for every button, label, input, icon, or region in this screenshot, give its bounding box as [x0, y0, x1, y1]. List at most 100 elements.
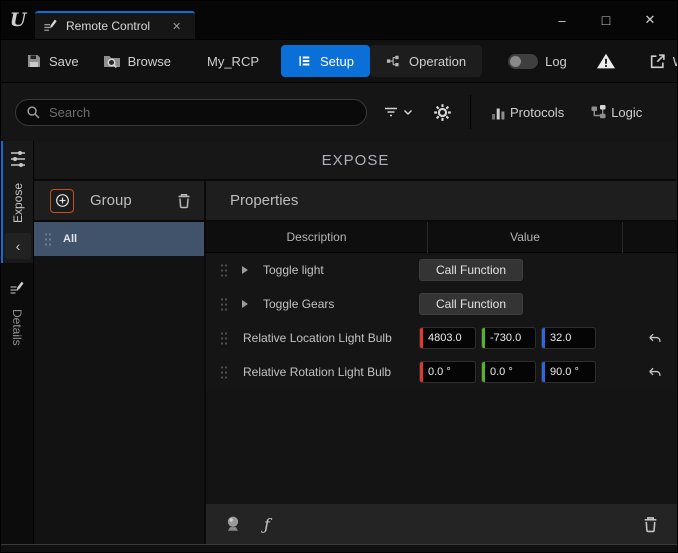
group-item-all[interactable]: All	[34, 222, 204, 256]
group-panel-header: Group	[34, 181, 204, 222]
log-toggle[interactable]: Log	[508, 54, 567, 69]
setup-tab-button[interactable]: Setup	[281, 45, 370, 77]
call-function-button[interactable]: Call Function	[419, 259, 523, 281]
expose-actor-button[interactable]	[224, 515, 242, 533]
property-row-relative-rotation[interactable]: Relative Rotation Light Bulb	[206, 355, 677, 389]
protocols-bars-icon	[491, 105, 506, 120]
side-rail: Expose ‹ Details	[1, 141, 33, 544]
y-value-field[interactable]	[481, 327, 536, 349]
browse-button[interactable]: Browse	[103, 53, 171, 69]
property-label: Relative Rotation Light Bulb	[243, 365, 409, 379]
save-icon	[26, 53, 42, 69]
property-label: Toggle Gears	[263, 297, 409, 311]
tab-close-icon[interactable]: ✕	[172, 20, 181, 33]
web-button[interactable]: Web	[649, 53, 678, 70]
z-value-field[interactable]	[541, 327, 596, 349]
chevron-down-icon	[403, 109, 413, 116]
sliders-icon	[9, 149, 27, 169]
close-icon[interactable]: ✕	[635, 7, 665, 33]
properties-title: Properties	[230, 192, 298, 209]
x-value-field[interactable]	[419, 327, 476, 349]
logic-nodes-icon	[590, 104, 607, 120]
column-description: Description	[206, 230, 427, 244]
search-row: Protocols Logic	[1, 83, 677, 141]
orb-camera-icon	[224, 515, 242, 533]
search-icon	[26, 105, 41, 120]
protocols-button[interactable]: Protocols	[491, 105, 564, 120]
undo-arrow-icon	[646, 332, 662, 345]
properties-panel: Properties Description Value Toggle	[206, 181, 677, 544]
details-pencil-icon	[9, 281, 25, 297]
add-group-button[interactable]	[50, 189, 74, 213]
details-tab-label[interactable]: Details	[10, 309, 24, 346]
filter-button[interactable]	[383, 105, 413, 119]
window-bottom-edge	[1, 544, 677, 552]
table-header: Description Value	[206, 222, 677, 253]
logic-button[interactable]: Logic	[590, 104, 642, 120]
remote-control-window: U Remote Control ✕ – □ ✕ Save Browse	[0, 0, 678, 553]
tab-title: Remote Control	[66, 19, 150, 33]
collapse-panel-button[interactable]: ‹	[5, 233, 31, 259]
drag-grip-icon[interactable]	[44, 231, 51, 248]
drag-grip-icon[interactable]	[220, 364, 227, 381]
drag-grip-icon[interactable]	[220, 262, 227, 279]
external-link-icon	[649, 53, 666, 70]
properties-header: Properties	[206, 181, 677, 222]
search-separator	[470, 95, 471, 129]
expose-tab-label: Expose	[11, 183, 25, 223]
bottom-bar: ƒ	[206, 504, 677, 544]
window-controls: – □ ✕	[547, 7, 677, 33]
minimize-icon[interactable]: –	[547, 7, 577, 33]
trash-icon	[176, 192, 192, 209]
column-value: Value	[428, 230, 622, 244]
log-toggle-switch-icon	[508, 54, 538, 69]
property-label: Toggle light	[263, 263, 409, 277]
empty-area	[206, 389, 677, 504]
trash-icon	[642, 515, 659, 533]
setup-list-icon	[297, 54, 312, 68]
gear-icon	[433, 103, 452, 122]
reset-to-default-button[interactable]	[646, 332, 662, 345]
panels: Group All Properti	[34, 181, 677, 544]
expand-arrow-icon[interactable]	[227, 266, 263, 274]
remote-control-pencil-icon	[43, 19, 58, 34]
operation-graph-icon	[386, 53, 401, 69]
call-function-button[interactable]: Call Function	[419, 293, 523, 315]
property-rows: Toggle light Call Function Toggle Gears	[206, 253, 677, 389]
operation-tab-button[interactable]: Operation	[370, 45, 482, 77]
tab-remote-control[interactable]: Remote Control ✕	[35, 11, 195, 39]
filter-icon	[383, 105, 399, 119]
maximize-icon[interactable]: □	[591, 7, 621, 33]
roll-value-field[interactable]	[419, 361, 476, 383]
expose-header: EXPOSE	[34, 141, 677, 181]
property-row-toggle-gears[interactable]: Toggle Gears Call Function	[206, 287, 677, 321]
save-button[interactable]: Save	[26, 53, 79, 69]
expand-arrow-icon[interactable]	[227, 300, 263, 308]
reset-to-default-button[interactable]	[646, 366, 662, 379]
yaw-value-field[interactable]	[541, 361, 596, 383]
content-area: EXPOSE Group	[33, 141, 677, 544]
search-input[interactable]	[49, 105, 356, 120]
expose-function-button[interactable]: ƒ	[264, 515, 270, 534]
delete-exposed-button[interactable]	[642, 515, 659, 533]
main-area: Expose ‹ Details EXPOSE	[1, 141, 677, 544]
group-panel: Group All	[34, 181, 206, 544]
unreal-engine-logo: U	[1, 1, 35, 39]
drag-grip-icon[interactable]	[220, 296, 227, 313]
settings-button[interactable]	[433, 103, 452, 122]
plus-circle-icon	[55, 193, 70, 208]
delete-group-button[interactable]	[176, 192, 192, 209]
property-row-toggle-light[interactable]: Toggle light Call Function	[206, 253, 677, 287]
search-box[interactable]	[15, 99, 367, 126]
preset-name-button[interactable]: My_RCP	[197, 54, 269, 69]
undo-arrow-icon	[646, 366, 662, 379]
browse-folder-icon	[103, 53, 121, 69]
group-panel-title: Group	[90, 192, 176, 209]
pitch-value-field[interactable]	[481, 361, 536, 383]
property-label: Relative Location Light Bulb	[243, 331, 409, 345]
function-f-icon: ƒ	[264, 515, 270, 534]
property-row-relative-location[interactable]: Relative Location Light Bulb	[206, 321, 677, 355]
expose-rail-tab[interactable]: Expose ‹	[1, 141, 33, 263]
warnings-button[interactable]	[595, 52, 617, 70]
drag-grip-icon[interactable]	[220, 330, 227, 347]
